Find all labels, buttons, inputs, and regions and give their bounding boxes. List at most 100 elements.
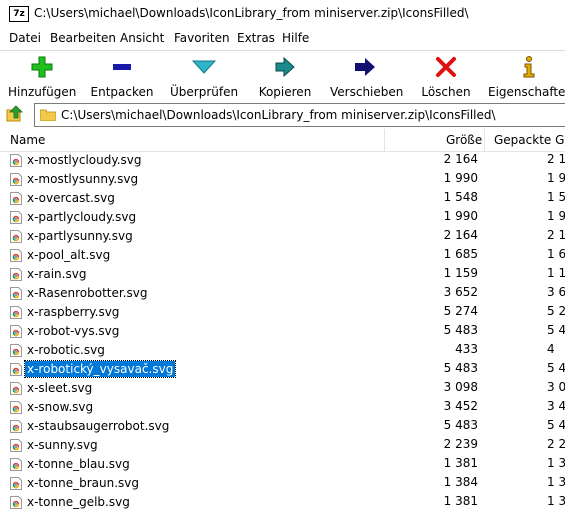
table-row[interactable]: x-sleet.svg 3 098 3 0 [0,379,565,398]
add-button[interactable]: Hinzufügen [8,55,76,99]
file-packed-size: 2 1 [547,228,565,242]
test-button[interactable]: Überprüfen [170,55,238,99]
chrome-svg-file-icon [10,401,22,414]
table-row[interactable]: x-raspberry.svg 5 274 5 2 [0,303,565,322]
file-size: 5 483 [443,418,478,432]
table-row[interactable]: x-mostlycloudy.svg 2 164 2 1 [0,151,565,170]
file-size: 1 384 [443,475,478,489]
file-name: x-tonne_braun.svg [27,476,139,490]
file-name: x-staubsaugerrobot.svg [27,419,170,433]
delete-label: Löschen [421,85,471,99]
add-label: Hinzufügen [8,85,77,99]
file-name: x-Rasenrobotter.svg [27,286,148,300]
table-row[interactable]: x-tonne_blau.svg 1 381 1 3 [0,455,565,474]
file-size: 3 652 [443,285,478,299]
file-packed-size: 1 9 [547,209,565,223]
table-row[interactable]: x-robot-vys.svg 5 483 5 4 [0,322,565,341]
file-size: 1 990 [443,171,478,185]
folder-icon [40,109,56,121]
table-row[interactable]: x-overcast.svg 1 548 1 5 [0,189,565,208]
chrome-svg-file-icon [10,154,22,167]
chrome-svg-file-icon [10,268,22,281]
file-packed-size: 5 4 [547,361,565,375]
table-row[interactable]: x-Rasenrobotter.svg 3 652 3 6 [0,284,565,303]
column-name[interactable]: Name [10,133,45,147]
app-7zip-icon: 7z [9,6,29,22]
plus-icon [31,56,53,78]
file-name: x-overcast.svg [27,191,115,205]
toolbar: Hinzufügen Entpacken Überprüfen Kopieren… [0,50,565,99]
file-size: 1 159 [443,266,478,280]
properties-label: Eigenschaften [488,85,565,99]
table-row[interactable]: x-mostlysunny.svg 1 990 1 9 [0,170,565,189]
file-name: x-pool_alt.svg [27,248,111,262]
column-size[interactable]: Größe [446,133,482,147]
menu-bearbeiten[interactable]: Bearbeiten [50,31,116,45]
chrome-svg-file-icon [10,382,22,395]
chrome-svg-file-icon [10,458,22,471]
file-size: 2 164 [443,228,478,242]
chrome-svg-file-icon [10,173,22,186]
chrome-svg-file-icon [10,249,22,262]
file-size: 5 274 [443,304,478,318]
chrome-svg-file-icon [10,496,22,509]
move-button[interactable]: Verschieben [330,55,404,99]
menu-ansicht[interactable]: Ansicht [120,31,164,45]
title-bar: 7z C:\Users\michael\Downloads\IconLibrar… [0,0,565,27]
menu-favoriten[interactable]: Favoriten [174,31,230,45]
delete-button[interactable]: Löschen [420,55,472,99]
file-packed-size: 5 4 [547,418,565,432]
table-row[interactable]: x-pool_alt.svg 1 685 1 6 [0,246,565,265]
table-row[interactable]: x-robotic.svg 433 4 [0,341,565,360]
file-size: 5 483 [443,323,478,337]
window-title: C:\Users\michael\Downloads\IconLibrary_f… [34,6,469,20]
move-arrow-icon [355,58,375,76]
table-row[interactable]: x-tonne_braun.svg 1 384 1 3 [0,474,565,493]
list-header: Name Größe Gepackte Größe [0,129,565,152]
file-name: x-robot-vys.svg [27,324,120,338]
file-packed-size: 3 4 [547,399,565,413]
address-field[interactable]: C:\Users\michael\Downloads\IconLibrary_f… [34,103,565,127]
chrome-svg-file-icon [10,344,22,357]
file-size: 1 548 [443,190,478,204]
menu-datei[interactable]: Datei [9,31,41,45]
file-packed-size: 2 2 [547,437,565,451]
file-name: x-robotický_vysavač.svg [23,360,177,378]
file-name: x-mostlycloudy.svg [27,153,142,167]
file-packed-size: 1 6 [547,247,565,261]
move-label: Verschieben [330,85,404,99]
file-packed-size: 5 4 [547,323,565,337]
table-row[interactable]: x-partlysunny.svg 2 164 2 1 [0,227,565,246]
file-name: x-sunny.svg [27,438,98,452]
table-row[interactable]: x-rain.svg 1 159 1 1 [0,265,565,284]
file-packed-size: 3 0 [547,380,565,394]
file-packed-size: 1 3 [547,456,565,470]
column-separator[interactable] [484,129,485,151]
test-label: Überprüfen [170,85,239,99]
file-size: 3 098 [443,380,478,394]
extract-button[interactable]: Entpacken [90,55,154,99]
file-size: 433 [455,342,478,356]
table-row[interactable]: x-snow.svg 3 452 3 4 [0,398,565,417]
file-size: 1 381 [443,456,478,470]
table-row[interactable]: x-tonne_gelb.svg 1 381 1 3 [0,493,565,512]
copy-button[interactable]: Kopieren [256,55,314,99]
table-row[interactable]: x-staubsaugerrobot.svg 5 483 5 4 [0,417,565,436]
extract-label: Entpacken [90,85,154,99]
menu-extras[interactable]: Extras [237,31,275,45]
properties-button[interactable]: Eigenschaften [488,55,565,99]
table-row[interactable]: x-partlycloudy.svg 1 990 1 9 [0,208,565,227]
column-separator[interactable] [384,129,385,151]
file-size: 1 990 [443,209,478,223]
copy-arrow-icon [275,56,295,78]
file-packed-size: 3 6 [547,285,565,299]
menu-bar: Datei Bearbeiten Ansicht Favoriten Extra… [0,30,565,49]
file-size: 2 164 [443,152,478,166]
file-packed-size: 1 5 [547,190,565,204]
column-packed-size[interactable]: Gepackte Größe [494,133,565,147]
chrome-svg-file-icon [10,439,22,452]
menu-hilfe[interactable]: Hilfe [282,31,309,45]
table-row-selected[interactable]: x-robotický_vysavač.svg 5 483 5 4 [0,360,565,379]
table-row[interactable]: x-sunny.svg 2 239 2 2 [0,436,565,455]
folder-up-icon[interactable] [6,105,24,123]
